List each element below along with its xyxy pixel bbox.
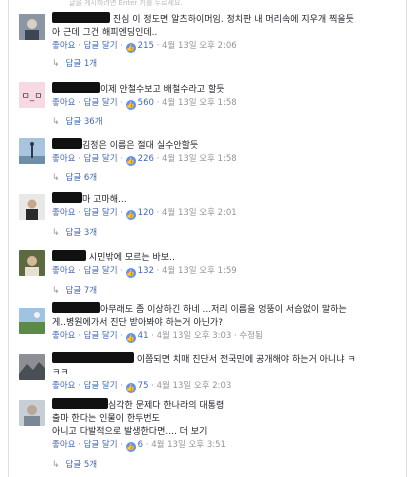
like-icon: 👍	[125, 268, 136, 278]
view-replies-link[interactable]: ↳ 답글 3개	[52, 227, 398, 240]
like-count[interactable]: 560	[138, 98, 154, 108]
comment-actions: 좋아요 · 답글 달기 · 👍 75 · 4월 13일 오후 2:03	[52, 381, 232, 393]
view-replies-link[interactable]: ↳ 답글 1개	[52, 58, 398, 71]
redacted-author[interactable]	[52, 302, 100, 313]
redacted-author[interactable]	[52, 352, 134, 363]
comment-text: 아무래도 좀 이상하긴 하네 ...저리 이름을 엉뚱이 서슴없이 말하는	[52, 302, 398, 317]
like-count[interactable]: 6	[138, 440, 143, 450]
comment-actions: 좋아요 · 답글 달기 · 👍 120 · 4월 13일 오후 2:01	[52, 208, 237, 220]
reply-button[interactable]: 답글 달기	[84, 98, 118, 108]
like-icon: 👍	[125, 442, 136, 452]
avatar[interactable]	[19, 138, 45, 164]
like-button[interactable]: 좋아요	[52, 208, 75, 218]
comment-text: 진심 이 정도면 알츠하이머임. 정치판 내 머리속에 지우개 찍을듯	[52, 12, 398, 27]
redacted-author[interactable]	[52, 12, 110, 23]
redacted-author[interactable]	[52, 138, 82, 149]
comment-actions: 좋아요 · 답글 달기 · 👍 6 · 4월 13일 오후 3:51	[52, 440, 226, 452]
reply-button[interactable]: 답글 달기	[84, 381, 118, 391]
redacted-author[interactable]	[52, 398, 108, 409]
avatar[interactable]	[19, 14, 45, 40]
svg-text:ㅁ_ㅁ: ㅁ_ㅁ	[21, 92, 42, 102]
like-count[interactable]: 75	[138, 381, 149, 391]
reply-arrow-icon: ↳	[52, 117, 60, 127]
timestamp[interactable]: 4월 13일 오후 1:58	[162, 154, 237, 164]
like-button[interactable]: 좋아요	[52, 440, 75, 450]
avatar[interactable]	[19, 250, 45, 276]
like-count[interactable]: 215	[138, 41, 154, 51]
comment-hint: 글을 게시하려면 Enter 키를 누르세요.	[69, 0, 183, 7]
like-count[interactable]: 132	[138, 266, 154, 276]
like-count[interactable]: 120	[138, 208, 154, 218]
reply-button[interactable]: 답글 달기	[84, 331, 118, 341]
reply-button[interactable]: 답글 달기	[84, 154, 118, 164]
like-button[interactable]: 좋아요	[52, 154, 75, 164]
avatar[interactable]	[19, 400, 45, 426]
like-button[interactable]: 좋아요	[52, 41, 75, 51]
like-icon: 👍	[125, 43, 136, 53]
view-replies-link[interactable]: ↳ 답글 6개	[52, 172, 398, 185]
reply-button[interactable]: 답글 달기	[84, 266, 118, 276]
reply-button[interactable]: 답글 달기	[84, 41, 118, 51]
avatar[interactable]	[19, 354, 45, 380]
comment-text: 시민밖에 모르는 바보..	[52, 250, 398, 265]
comment-text: 마 고마해...	[52, 192, 398, 207]
reply-arrow-icon: ↳	[52, 228, 60, 238]
timestamp[interactable]: 4월 13일 오후 1:58	[162, 98, 237, 108]
avatar[interactable]	[19, 308, 45, 334]
reply-button[interactable]: 답글 달기	[84, 208, 118, 218]
comment-text: 김정은 이름은 절대 실수안할듯	[52, 138, 398, 153]
reply-arrow-icon: ↳	[52, 173, 60, 183]
reply-arrow-icon: ↳	[52, 460, 60, 470]
comment-text: 이제 안철수보고 배철수라고 할듯	[52, 82, 398, 97]
avatar[interactable]: ㅁ_ㅁ	[19, 82, 45, 108]
comment-text: 이쯤되면 치매 진단서 전국민에 공개해야 하는거 아니냐 ㅋ	[52, 352, 398, 367]
comment-actions: 좋아요 · 답글 달기 · 👍 560 · 4월 13일 오후 1:58	[52, 98, 237, 110]
like-icon: 👍	[125, 210, 136, 220]
timestamp[interactable]: 4월 13일 오후 2:03	[157, 381, 232, 391]
comment-actions: 좋아요 · 답글 달기 · 👍 41 · 4월 13일 오후 3:03 · 수정됨	[52, 331, 263, 343]
redacted-author[interactable]	[52, 250, 86, 261]
comment-actions: 좋아요 · 답글 달기 · 👍 132 · 4월 13일 오후 1:59	[52, 266, 237, 278]
redacted-author[interactable]	[52, 82, 100, 93]
like-button[interactable]: 좋아요	[52, 381, 75, 391]
timestamp[interactable]: 4월 13일 오후 2:06	[162, 41, 237, 51]
view-replies-link[interactable]: ↳ 답글 5개	[52, 459, 398, 472]
like-icon: 👍	[125, 383, 136, 393]
timestamp[interactable]: 4월 13일 오후 1:59	[162, 266, 237, 276]
like-icon: 👍	[125, 333, 136, 343]
like-icon: 👍	[125, 156, 136, 166]
comments-panel: 글을 게시하려면 Enter 키를 누르세요. 진심 이 정도면 알츠하이머임.…	[8, 0, 407, 477]
comment-text: 심각한 문제다 한나라의 대통령	[52, 398, 398, 413]
like-button[interactable]: 좋아요	[52, 331, 75, 341]
like-button[interactable]: 좋아요	[52, 266, 75, 276]
redacted-author[interactable]	[52, 192, 82, 203]
reply-arrow-icon: ↳	[52, 286, 60, 296]
like-count[interactable]: 226	[138, 154, 154, 164]
avatar[interactable]	[19, 194, 45, 220]
view-replies-link[interactable]: ↳ 답글 36개	[52, 116, 398, 129]
like-icon: 👍	[125, 100, 136, 110]
comment-actions: 좋아요 · 답글 달기 · 👍 215 · 4월 13일 오후 2:06	[52, 41, 237, 53]
comment-actions: 좋아요 · 답글 달기 · 👍 226 · 4월 13일 오후 1:58	[52, 154, 237, 166]
reply-button[interactable]: 답글 달기	[84, 440, 118, 450]
timestamp[interactable]: 4월 13일 오후 3:51	[151, 440, 226, 450]
like-button[interactable]: 좋아요	[52, 98, 75, 108]
edited-label[interactable]: 수정됨	[239, 331, 262, 341]
like-count[interactable]: 41	[138, 331, 149, 341]
timestamp[interactable]: 4월 13일 오후 2:01	[162, 208, 237, 218]
timestamp[interactable]: 4월 13일 오후 3:03	[157, 331, 232, 341]
reply-arrow-icon: ↳	[52, 59, 60, 69]
view-replies-link[interactable]: ↳ 답글 7개	[52, 285, 398, 298]
